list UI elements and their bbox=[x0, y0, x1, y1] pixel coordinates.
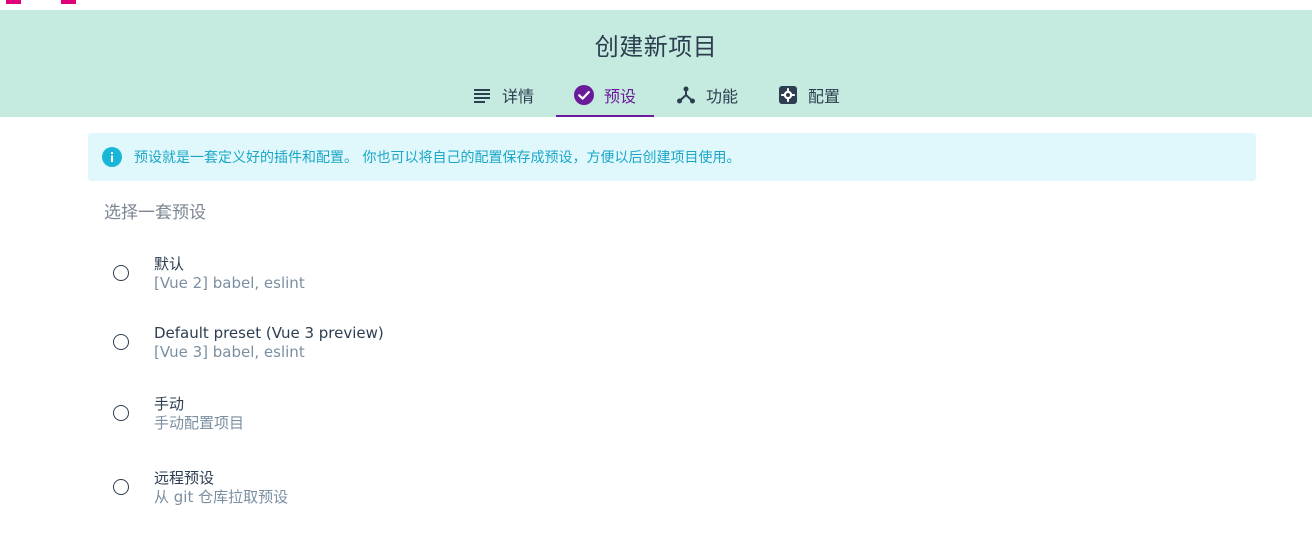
top-mark-left bbox=[6, 0, 21, 4]
tab-features[interactable]: 功能 bbox=[658, 76, 756, 114]
preset-option-vue3[interactable]: Default preset (Vue 3 preview) [Vue 3] b… bbox=[104, 317, 704, 367]
preset-option-remote[interactable]: 远程预设 从 git 仓库拉取预设 bbox=[104, 462, 704, 512]
preset-description: [Vue 3] babel, eslint bbox=[154, 342, 305, 361]
radio-button[interactable] bbox=[113, 405, 129, 421]
preset-name: 默认 bbox=[154, 254, 185, 273]
settings-icon bbox=[778, 85, 798, 105]
preset-name: 手动 bbox=[154, 394, 185, 413]
radio-button[interactable] bbox=[113, 265, 129, 281]
info-banner: 预设就是一套定义好的插件和配置。 你也可以将自己的配置保存成预设，方便以后创建项… bbox=[88, 133, 1256, 181]
tab-details-label: 详情 bbox=[501, 87, 534, 106]
info-text: 预设就是一套定义好的插件和配置。 你也可以将自己的配置保存成预设，方便以后创建项… bbox=[134, 150, 741, 166]
page-title: 创建新项目 bbox=[594, 33, 718, 61]
preset-texts: 远程预设 从 git 仓库拉取预设 bbox=[154, 469, 288, 506]
tab-features-label: 功能 bbox=[706, 87, 739, 106]
preset-texts: 手动 手动配置项目 bbox=[154, 395, 244, 432]
tab-config[interactable]: 配置 bbox=[760, 76, 858, 114]
preset-texts: 默认 [Vue 2] babel, eslint bbox=[154, 255, 305, 292]
page-header: 创建新项目 详情 预设 功能 配置 bbox=[0, 10, 1312, 117]
preset-name: Default preset (Vue 3 preview) bbox=[154, 323, 384, 342]
radio-button[interactable] bbox=[113, 334, 129, 350]
top-mark-right bbox=[61, 0, 76, 4]
tab-config-label: 配置 bbox=[808, 87, 841, 106]
top-edge-marks bbox=[0, 0, 1312, 10]
section-title: 选择一套预设 bbox=[104, 203, 206, 223]
preset-option-manual[interactable]: 手动 手动配置项目 bbox=[104, 388, 704, 438]
merge-icon bbox=[676, 85, 696, 105]
preset-description: 手动配置项目 bbox=[154, 413, 245, 432]
tab-presets-label: 预设 bbox=[603, 87, 636, 106]
step-tabs: 详情 预设 功能 配置 bbox=[0, 76, 1312, 117]
tab-presets[interactable]: 预设 bbox=[555, 76, 655, 117]
tab-details[interactable]: 详情 bbox=[454, 76, 552, 114]
list-icon bbox=[472, 85, 492, 105]
preset-option-default[interactable]: 默认 [Vue 2] babel, eslint bbox=[104, 248, 704, 298]
preset-description: [Vue 2] babel, eslint bbox=[154, 273, 305, 292]
preset-name: 远程预设 bbox=[154, 468, 215, 487]
preset-texts: Default preset (Vue 3 preview) [Vue 3] b… bbox=[154, 324, 384, 361]
preset-description: 从 git 仓库拉取预设 bbox=[154, 487, 289, 506]
radio-button[interactable] bbox=[113, 479, 129, 495]
check-circle-icon bbox=[573, 85, 594, 105]
info-icon bbox=[102, 147, 122, 167]
